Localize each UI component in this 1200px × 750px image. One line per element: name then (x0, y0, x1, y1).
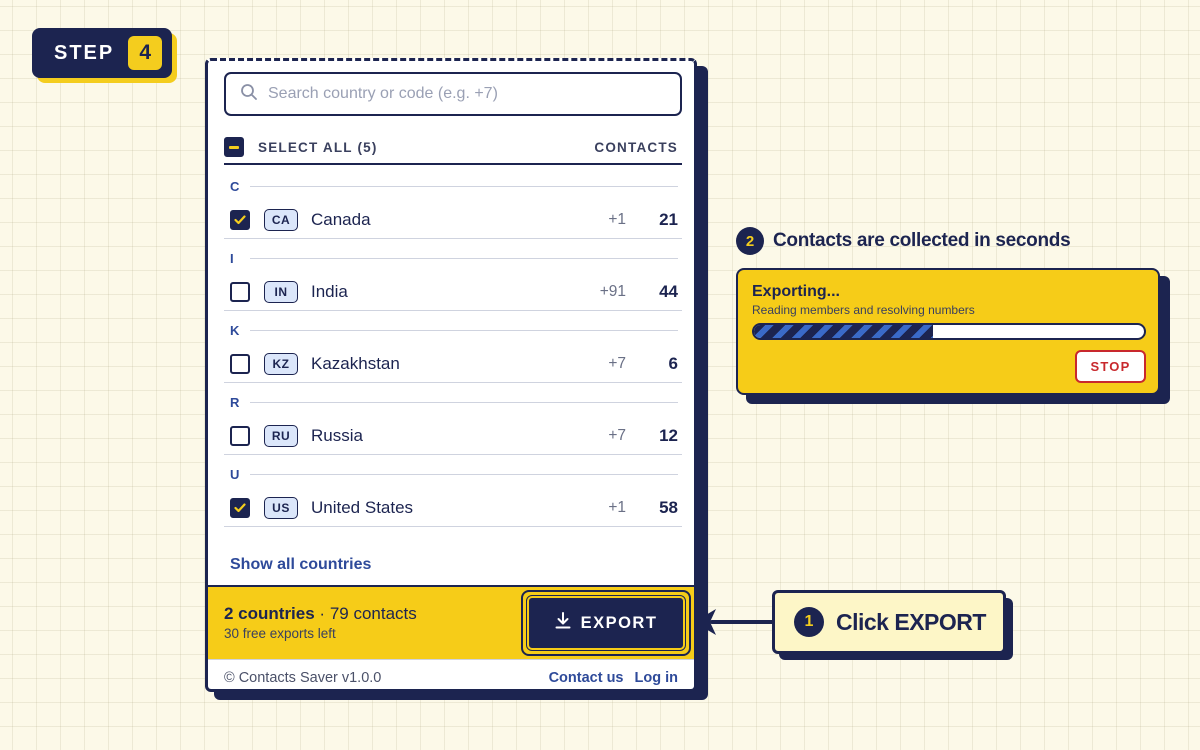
contact-count: 58 (659, 497, 678, 517)
country-name: Russia (311, 425, 363, 445)
progress-subtitle: Reading members and resolving numbers (752, 303, 975, 317)
popup-bottom-bar: © Contacts Saver v1.0.0 Contact us Log i… (208, 659, 694, 689)
country-code-badge: KZ (264, 352, 298, 375)
search-icon (240, 83, 258, 106)
group-letter-label: I (230, 250, 234, 266)
progress-bar-fill (754, 325, 934, 338)
country-code-badge: US (264, 496, 298, 519)
country-checkbox[interactable] (230, 353, 250, 374)
stop-button[interactable]: STOP (1075, 350, 1146, 383)
country-name: Canada (311, 209, 371, 229)
select-all-checkbox[interactable] (224, 137, 244, 157)
dial-code: +7 (608, 426, 626, 444)
show-all-countries-link[interactable]: Show all countries (230, 556, 371, 574)
contacts-column-header: CONTACTS (594, 139, 678, 155)
selection-summary: 2 countries · 79 contacts 30 free export… (224, 604, 417, 641)
country-list: C CA Canada +1 21 I IN India +91 44 K KZ Kazakhstan +… (224, 167, 682, 527)
country-checkbox[interactable] (230, 425, 250, 446)
country-row-in[interactable]: IN India +91 44 (224, 273, 682, 311)
group-divider (250, 473, 678, 475)
export-button[interactable]: EXPORT (526, 595, 686, 651)
group-divider (250, 257, 678, 259)
contact-count: 44 (659, 281, 678, 301)
dial-code: +1 (608, 498, 626, 516)
log-in-link[interactable]: Log in (635, 670, 679, 686)
dial-code: +91 (599, 282, 626, 300)
group-letter-label: K (230, 322, 240, 338)
country-code-badge: RU (264, 424, 298, 447)
summary-separator: · (314, 604, 330, 623)
search-input[interactable] (268, 85, 668, 103)
group-divider (250, 185, 678, 187)
group-letter-r: R (224, 383, 682, 421)
contact-count: 21 (659, 209, 678, 229)
export-progress-card: Exporting... Reading members and resolvi… (736, 268, 1160, 395)
country-checkbox[interactable] (230, 281, 250, 302)
country-code-badge: CA (264, 208, 298, 231)
group-letter-label: C (230, 178, 240, 194)
contact-us-link[interactable]: Contact us (549, 670, 624, 686)
step-number: 4 (128, 36, 163, 70)
export-button-highlight: EXPORT (521, 590, 691, 656)
callout-title-text: Contacts are collected in seconds (773, 230, 1071, 251)
callout-click-export: 1 Click EXPORT (772, 590, 1006, 654)
step-badge: STEP 4 (32, 28, 172, 78)
country-row-ru[interactable]: RU Russia +7 12 (224, 417, 682, 455)
free-exports-left: 30 free exports left (224, 626, 336, 641)
group-letter-c: C (224, 167, 682, 205)
contacts-total: 79 contacts (329, 604, 417, 623)
contact-count: 6 (668, 353, 678, 373)
export-button-label: EXPORT (580, 613, 658, 632)
country-code-badge: IN (264, 280, 298, 303)
search-box[interactable] (224, 72, 682, 116)
extension-popup: SELECT ALL (5) CONTACTS C CA Canada +1 21 I IN… (205, 58, 697, 692)
contact-count: 12 (659, 425, 678, 445)
download-icon (555, 612, 571, 634)
group-letter-u: U (224, 455, 682, 493)
copyright-text: © Contacts Saver v1.0.0 (224, 669, 382, 686)
country-name: United States (311, 497, 414, 517)
group-divider (250, 329, 678, 331)
step-label: STEP (54, 41, 115, 64)
dial-code: +1 (608, 210, 626, 228)
group-letter-label: U (230, 466, 240, 482)
progress-title: Exporting... (752, 283, 840, 300)
progress-bar (752, 323, 1146, 340)
checkmark-icon (234, 502, 246, 512)
country-row-us[interactable]: US United States +1 58 (224, 489, 682, 527)
callout-progress-title: 2 Contacts are collected in seconds (736, 227, 1071, 255)
checkmark-icon (234, 214, 246, 224)
group-letter-label: R (230, 394, 240, 410)
list-header: SELECT ALL (5) CONTACTS (224, 131, 682, 165)
country-checkbox[interactable] (230, 497, 250, 518)
arrow-left-icon (694, 609, 774, 635)
callout-text: Click EXPORT (836, 608, 986, 635)
dial-code: +7 (608, 354, 626, 372)
country-row-kz[interactable]: KZ Kazakhstan +7 6 (224, 345, 682, 383)
select-all-label[interactable]: SELECT ALL (5) (258, 140, 378, 155)
callout-number: 1 (794, 607, 824, 637)
group-letter-i: I (224, 239, 682, 277)
export-footer: 2 countries · 79 contacts 30 free export… (208, 585, 694, 659)
callout-number: 2 (736, 227, 764, 255)
country-checkbox[interactable] (230, 209, 250, 230)
group-letter-k: K (224, 311, 682, 349)
country-name: Kazakhstan (311, 353, 400, 373)
country-name: India (311, 281, 348, 301)
group-divider (250, 401, 678, 403)
country-row-ca[interactable]: CA Canada +1 21 (224, 201, 682, 239)
selected-countries: 2 countries (224, 604, 315, 623)
